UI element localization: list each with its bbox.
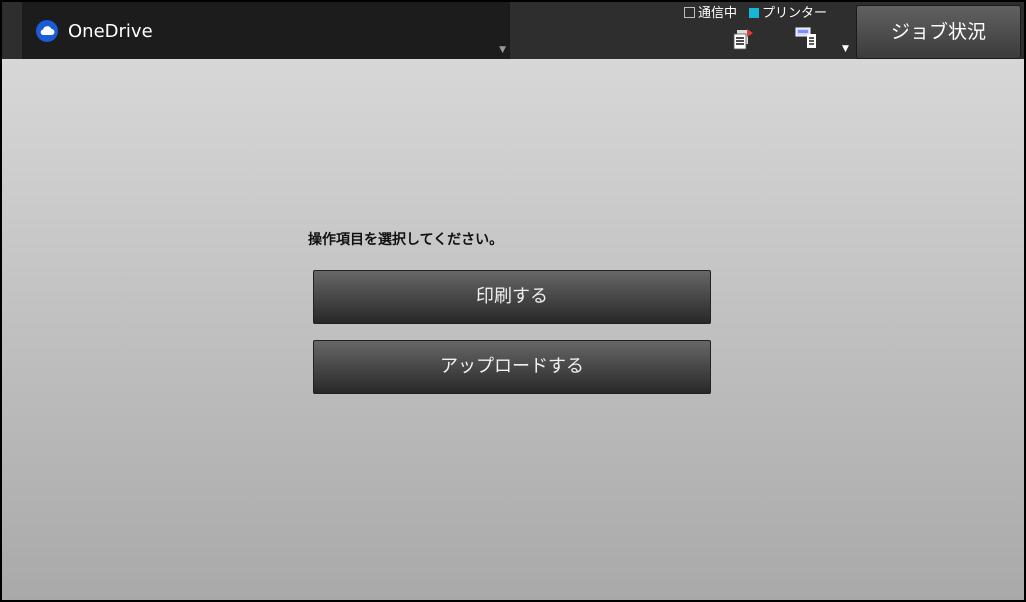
- print-button[interactable]: 印刷する: [313, 270, 711, 324]
- status-legend: 通信中 プリンター: [684, 4, 827, 24]
- printer-indicator-icon: [749, 8, 760, 18]
- printer-status-icon[interactable]: [795, 26, 819, 54]
- printer-label: プリンター: [762, 6, 828, 21]
- upload-button[interactable]: アップロードする: [313, 340, 711, 394]
- communication-status-icon[interactable]: [732, 28, 754, 54]
- communicating-label: 通信中: [698, 6, 738, 21]
- instruction-text: 操作項目を選択してください。: [308, 232, 504, 248]
- cloud-icon: [36, 20, 58, 42]
- tab-dropdown-arrow-icon: ▼: [499, 45, 506, 55]
- device-screen: OneDrive ▼ 通信中 プリンター ▼ ジョブ状況 操作項目を選択してくだ…: [0, 0, 1026, 602]
- app-tab-onedrive[interactable]: OneDrive ▼: [22, 2, 510, 59]
- job-status-button[interactable]: ジョブ状況: [856, 5, 1021, 59]
- app-title: OneDrive: [68, 21, 153, 42]
- communicating-indicator-icon: [684, 7, 695, 18]
- status-dropdown-arrow-icon[interactable]: ▼: [842, 45, 849, 54]
- top-bar: OneDrive ▼ 通信中 プリンター ▼ ジョブ状況: [2, 2, 1024, 59]
